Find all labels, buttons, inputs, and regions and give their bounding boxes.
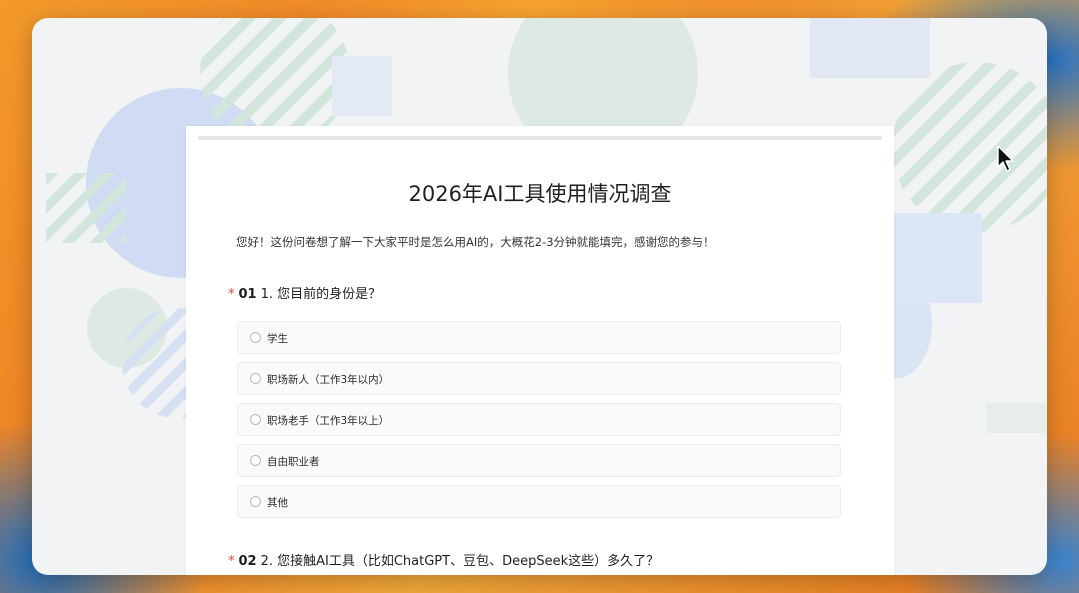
decor-striped-rect bbox=[46, 173, 126, 243]
radio-circle-icon[interactable] bbox=[250, 332, 261, 343]
option-label: 学生 bbox=[267, 333, 288, 345]
decor-rect bbox=[810, 18, 930, 78]
question-number: 02 bbox=[238, 554, 257, 569]
survey-form: 2026年AI工具使用情况调查 您好！这份问卷想了解一下大家平时是怎么用AI的，… bbox=[186, 126, 894, 575]
option-experienced-employee[interactable]: 职场老手（工作3年以上） bbox=[237, 403, 841, 436]
option-label: 自由职业者 bbox=[267, 456, 320, 468]
decor-rect bbox=[332, 56, 392, 116]
browser-window: 2026年AI工具使用情况调查 您好！这份问卷想了解一下大家平时是怎么用AI的，… bbox=[32, 18, 1047, 575]
option-label: 职场新人（工作3年以内） bbox=[267, 374, 390, 386]
question-number: 01 bbox=[238, 287, 257, 302]
radio-circle-icon[interactable] bbox=[250, 373, 261, 384]
option-label: 其他 bbox=[267, 497, 288, 509]
option-other[interactable]: 其他 bbox=[237, 485, 841, 518]
radio-circle-icon[interactable] bbox=[250, 414, 261, 425]
form-title: 2026年AI工具使用情况调查 bbox=[408, 182, 672, 206]
form-header-bar bbox=[198, 136, 882, 140]
radio-circle-icon[interactable] bbox=[250, 496, 261, 507]
decor-rect bbox=[986, 403, 1046, 433]
radio-circle-icon[interactable] bbox=[250, 455, 261, 466]
question-title: * 01 1. 您目前的身份是？ bbox=[228, 283, 381, 302]
form-intro: 您好！这份问卷想了解一下大家平时是怎么用AI的，大概花2-3分钟就能填完，感谢您… bbox=[236, 235, 715, 249]
required-mark: * bbox=[228, 554, 235, 569]
question-text: 1. 您目前的身份是？ bbox=[260, 287, 382, 302]
question-title: * 02 2. 您接触AI工具（比如ChatGPT、豆包、DeepSeek这些）多久… bbox=[228, 550, 659, 569]
option-freelancer[interactable]: 自由职业者 bbox=[237, 444, 841, 477]
mouse-pointer-icon bbox=[997, 145, 1014, 172]
option-label: 职场老手（工作3年以上） bbox=[267, 415, 390, 427]
decor-striped-circle bbox=[892, 62, 1047, 232]
option-student[interactable]: 学生 bbox=[237, 321, 841, 354]
question-text: 2. 您接触AI工具（比如ChatGPT、豆包、DeepSeek这些）多久了？ bbox=[260, 554, 660, 569]
option-new-employee[interactable]: 职场新人（工作3年以内） bbox=[237, 362, 841, 395]
required-mark: * bbox=[228, 287, 235, 302]
decor-rect bbox=[892, 213, 982, 303]
